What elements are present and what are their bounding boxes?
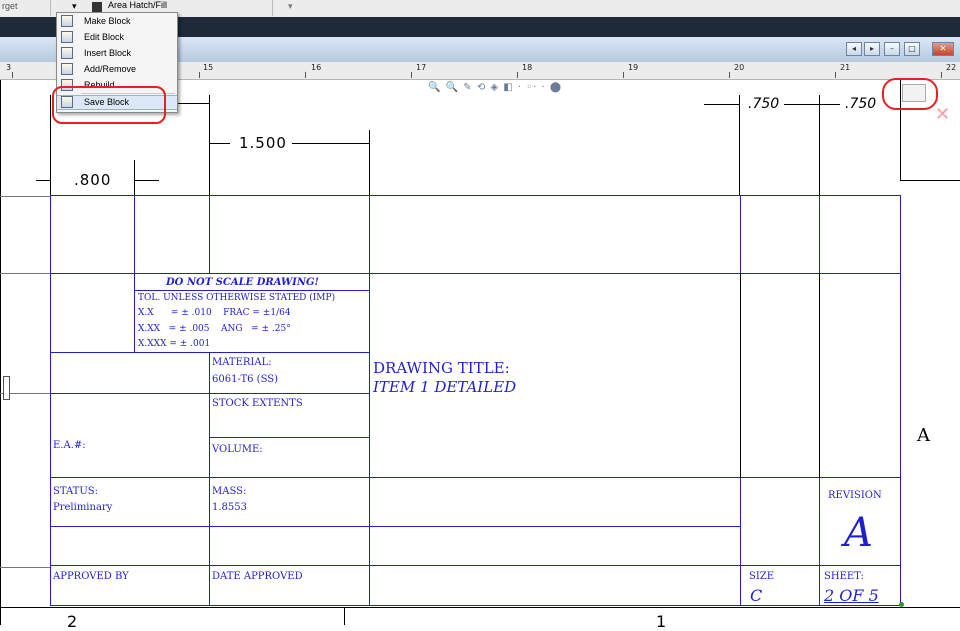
- dropdown-arrow-icon[interactable]: ▾: [288, 1, 293, 12]
- dimension-line: [135, 180, 159, 181]
- size-value: C: [750, 586, 763, 605]
- material-label: MATERIAL:: [212, 357, 272, 368]
- menu-item-insert-block[interactable]: Insert Block: [57, 46, 177, 61]
- tolerance-note: X.X = ± .010 FRAC = ±1/64: [138, 308, 291, 318]
- extension-line: [739, 95, 740, 195]
- close-icon[interactable]: ✕: [935, 104, 950, 125]
- maximize-button[interactable]: □: [904, 42, 920, 56]
- zone-line: [0, 273, 50, 274]
- date-approved-label: DATE APPROVED: [212, 571, 303, 582]
- revision-label: REVISION: [828, 490, 882, 501]
- sheet-border: [0, 607, 960, 608]
- extension-line: [819, 95, 820, 195]
- view-toolbar[interactable]: 🔍 🔍 ✎ ⟲ ◈ ◧ · ◦· · ⬤: [428, 82, 562, 93]
- approved-by-label: APPROVED BY: [53, 571, 129, 582]
- size-label: SIZE: [749, 571, 775, 582]
- area-hatch-icon: [92, 2, 102, 12]
- add-remove-icon: [61, 63, 73, 75]
- tolerance-note: X.XXX = ± .001: [138, 339, 211, 349]
- status-value: Preliminary: [53, 502, 113, 513]
- sheet-border: [900, 180, 960, 181]
- no-scale-note: DO NOT SCALE DRAWING!: [166, 277, 319, 288]
- dimension-line: [704, 104, 739, 105]
- ruler-number: 17: [416, 63, 427, 72]
- splitter-handle[interactable]: [3, 376, 10, 400]
- annotation-circle: [882, 78, 938, 110]
- area-hatch-button[interactable]: Area Hatch/Fill: [108, 0, 167, 10]
- ruler-number: 20: [734, 63, 745, 72]
- ruler-number: 15: [203, 63, 214, 72]
- ruler-number: 3: [6, 63, 12, 72]
- zone-number: 2: [67, 612, 78, 631]
- sheet-label: SHEET:: [824, 571, 864, 582]
- sheet-border: [0, 80, 1, 625]
- ruler-number: 19: [628, 63, 639, 72]
- volume-label: VOLUME:: [212, 444, 263, 455]
- dropdown-arrow-icon[interactable]: ▾: [72, 1, 77, 12]
- mass-value: 1.8553: [212, 502, 247, 513]
- insert-block-icon: [61, 47, 73, 59]
- ruler-number: 21: [840, 63, 851, 72]
- dimension-750-b[interactable]: .750: [845, 96, 876, 112]
- zone-number: 1: [656, 612, 667, 631]
- next-window-button[interactable]: ▸: [864, 42, 880, 56]
- extension-line: [369, 130, 370, 196]
- drawing-title-value: ITEM 1 DETAILED: [373, 378, 517, 396]
- extension-line: [209, 95, 210, 195]
- extension-line: [134, 160, 135, 196]
- dimension-line: [784, 104, 819, 105]
- stock-extents-label: STOCK EXTENTS: [212, 398, 303, 409]
- menu-item-edit-block[interactable]: Edit Block: [57, 30, 177, 45]
- ea-number-label: E.A.#:: [53, 440, 86, 451]
- toolbar-left-label: rget: [2, 1, 18, 11]
- dimension-line: [210, 143, 230, 144]
- status-label: STATUS:: [53, 486, 98, 497]
- zone-letter: A: [917, 425, 930, 446]
- mass-label: MASS:: [212, 486, 247, 497]
- ruler-number: 16: [311, 63, 322, 72]
- minimize-button[interactable]: –: [884, 42, 900, 56]
- selection-point: [899, 602, 904, 607]
- dimension-800[interactable]: .800: [74, 171, 111, 189]
- ruler-number: 22: [946, 63, 957, 72]
- close-button[interactable]: ✕: [932, 42, 954, 56]
- material-value: 6061-T6 (SS): [212, 374, 279, 385]
- menu-item-add-remove[interactable]: Add/Remove: [57, 62, 177, 77]
- zone-line: [0, 196, 50, 197]
- prev-window-button[interactable]: ◂: [846, 42, 862, 56]
- tolerance-note: X.XX = ± .005 ANG = ± .25°: [138, 324, 291, 334]
- menu-item-make-block[interactable]: Make Block: [57, 14, 177, 29]
- ruler-number: 18: [522, 63, 533, 72]
- make-block-icon: [61, 15, 73, 27]
- revision-value: A: [844, 510, 873, 556]
- drawing-title-label: DRAWING TITLE:: [373, 359, 510, 377]
- tolerance-note: TOL. UNLESS OTHERWISE STATED (IMP): [138, 293, 336, 303]
- annotation-circle: [52, 86, 166, 124]
- dimension-line: [36, 180, 50, 181]
- edit-block-icon: [61, 31, 73, 43]
- extension-line: [50, 95, 51, 195]
- dimension-line: [292, 143, 369, 144]
- dimension-line: [820, 104, 840, 105]
- toolbar-divider: [50, 0, 51, 16]
- sheet-border: [344, 607, 345, 625]
- zone-line: [0, 567, 50, 568]
- dimension-1500[interactable]: 1.500: [239, 134, 287, 152]
- dimension-line: [175, 103, 209, 104]
- sheet-value: 2 OF 5: [824, 586, 879, 605]
- toolbar-divider: [272, 0, 273, 16]
- dimension-750-a[interactable]: .750: [748, 96, 779, 112]
